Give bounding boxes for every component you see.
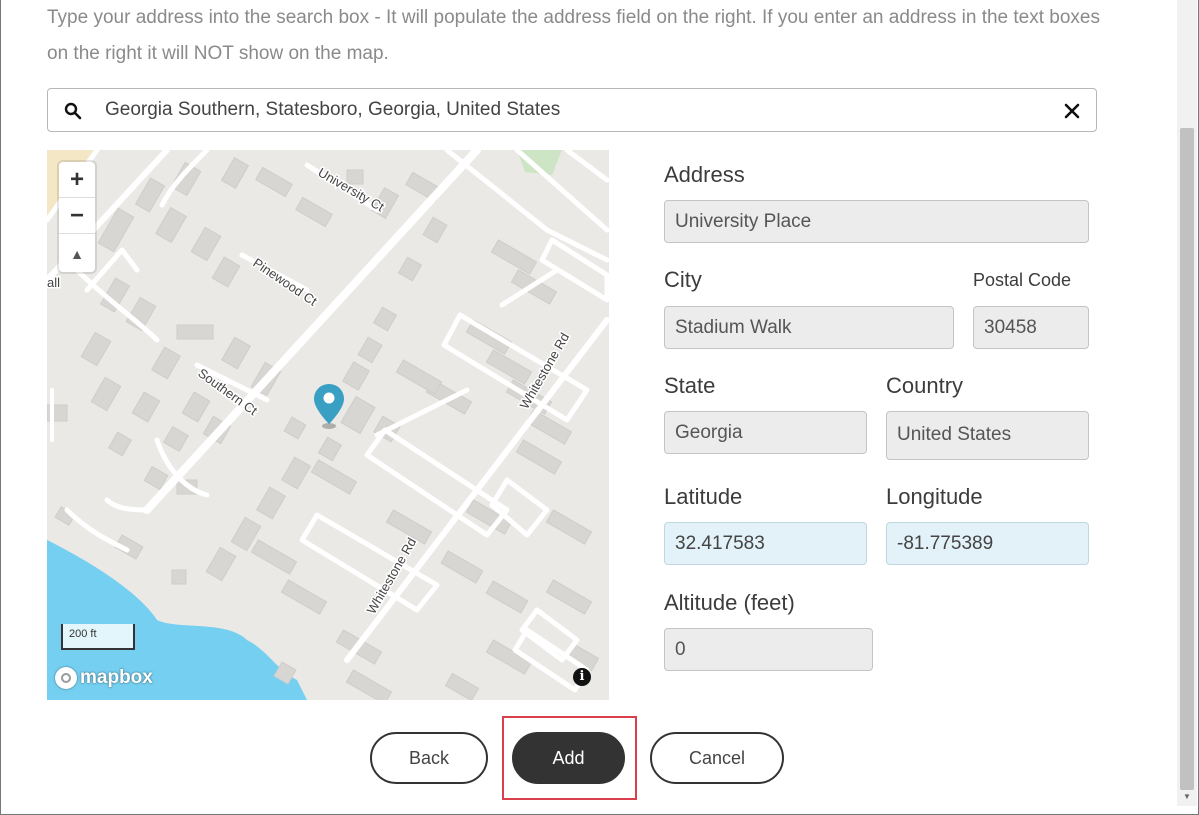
mapbox-logo-icon [55,667,77,689]
altitude-field[interactable]: 0 [664,628,873,671]
state-field[interactable]: Georgia [664,411,867,454]
longitude-label: Longitude [886,484,983,509]
search-input[interactable]: Georgia Southern, Statesboro, Georgia, U… [105,99,560,121]
postal-code-label: Postal Code [973,270,1072,290]
add-button[interactable]: Add [512,732,625,784]
postal-code-field[interactable]: 30458 [973,306,1089,349]
compass-icon[interactable]: ▲ [59,236,95,272]
city-field[interactable]: Stadium Walk [664,306,954,349]
altitude-label: Altitude (feet) [664,590,795,615]
info-icon[interactable]: i [573,668,591,686]
address-search-box[interactable]: Georgia Southern, Statesboro, Georgia, U… [47,88,1097,132]
scrollbar-thumb[interactable] [1180,128,1194,790]
mapbox-logo[interactable]: mapbox [55,666,153,690]
latitude-field[interactable]: 32.417583 [664,522,867,565]
map-view[interactable]: University Ct Pinewood Ct Southern Ct Wh… [47,150,609,700]
address-label: Address [664,162,745,187]
close-icon[interactable] [1064,103,1080,119]
country-field[interactable]: United States [886,411,1089,460]
back-button[interactable]: Back [370,732,488,784]
map-scale-bar: 200 ft [61,624,135,650]
country-label: Country [886,373,964,398]
address-field[interactable]: University Place [664,200,1089,243]
city-label: City [664,267,702,292]
zoom-control: + − ▲ [59,162,95,272]
zoom-in-button[interactable]: + [59,162,95,198]
latitude-label: Latitude [664,484,743,509]
scroll-down-arrow-icon[interactable]: ▼ [1182,792,1192,802]
search-icon [64,102,82,120]
state-label: State [664,373,716,398]
longitude-field[interactable]: -81.775389 [886,522,1089,565]
map-pin-icon [314,384,344,429]
map-edge-label: all [47,275,60,290]
cancel-button[interactable]: Cancel [650,732,784,784]
zoom-out-button[interactable]: − [59,198,95,234]
mapbox-logo-text: mapbox [80,667,153,688]
instructions-text: Type your address into the search box - … [47,7,1100,64]
